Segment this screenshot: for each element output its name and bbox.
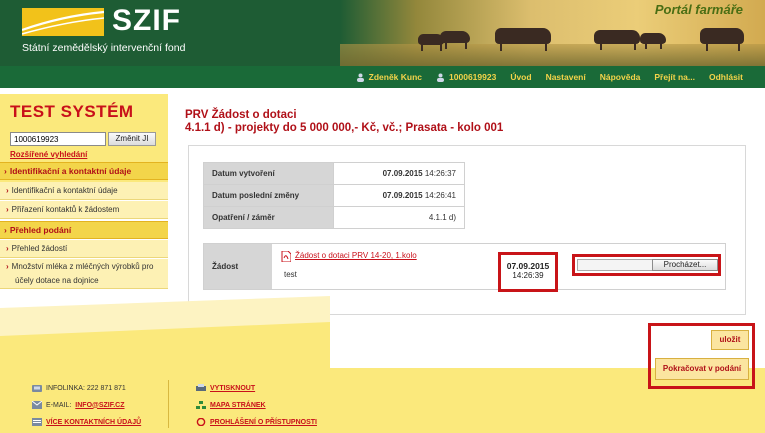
sidebar-item-applications[interactable]: › Přehled žádostí xyxy=(0,240,168,258)
nav-uvod[interactable]: Úvod xyxy=(510,72,531,82)
site-header: SZIF Státní zemědělský intervenční fond … xyxy=(0,0,765,66)
sidebar-section-identification[interactable]: › Identifikační a kontaktní údaje xyxy=(0,162,168,180)
user-id-link[interactable]: 1000619923 xyxy=(436,72,496,82)
created-value: 07.09.2015 14:26:37 xyxy=(333,162,465,185)
chevron-right-icon: › xyxy=(4,225,7,235)
footer-print: VYTISKNOUT xyxy=(196,384,255,392)
application-pdf-link[interactable]: Žádost o dotaci PRV 14-20, 1.kolo xyxy=(295,251,417,260)
application-note: test xyxy=(284,270,297,279)
nav-odhlasit[interactable]: Odhlásit xyxy=(709,72,743,82)
sidebar-section-overview[interactable]: › Přehled podání xyxy=(0,221,168,239)
accessibility-icon xyxy=(196,417,206,427)
logo-subtitle: Státní zemědělský intervenční fond xyxy=(22,42,186,54)
contacts-icon xyxy=(32,418,42,426)
portal-title: Portál farmáře xyxy=(654,2,743,17)
application-time: 14:26:39 xyxy=(512,271,544,280)
chevron-right-icon: › xyxy=(6,244,9,253)
user-name: Zdeněk Kunc xyxy=(368,72,423,82)
print-link[interactable]: VYTISKNOUT xyxy=(210,385,255,392)
decorative-yellow-wedge xyxy=(0,296,330,368)
chevron-right-icon: › xyxy=(4,166,7,176)
email-link[interactable]: INFO@SZIF.CZ xyxy=(75,402,124,409)
system-title: TEST SYSTÉM xyxy=(10,102,134,121)
sidebar-item-contacts[interactable]: › Přiřazení kontaktů k žádostem xyxy=(0,201,168,219)
email-label: E-MAIL: xyxy=(46,401,72,409)
nav-napoveda[interactable]: Nápověda xyxy=(600,72,641,82)
continue-submission-button[interactable]: Pokračovat v podání xyxy=(655,358,749,380)
top-navigation: Zdeněk Kunc 1000619923 Úvod Nastavení Ná… xyxy=(0,66,765,88)
modified-label: Datum poslední změny xyxy=(203,184,334,207)
extended-search-link[interactable]: Rozšířené vyhledání xyxy=(10,150,87,159)
sidebar-item-milk[interactable]: › Množství mléka z mléčných výrobků pro ú… xyxy=(0,259,168,289)
sidebar-item-label-cont: účely dotace na dojnice xyxy=(15,276,99,285)
table-row: Datum vytvoření 07.09.2015 14:26:37 xyxy=(203,162,465,185)
accessibility-link[interactable]: PROHLÁŠENÍ O PŘÍSTUPNOSTI xyxy=(210,419,317,426)
szif-logo-icon xyxy=(22,8,104,36)
sitemap-link[interactable]: MAPA STRÁNEK xyxy=(210,402,266,409)
sidebar-item-label: Identifikační a kontaktní údaje xyxy=(11,186,118,195)
pdf-icon xyxy=(281,250,292,263)
browse-button[interactable]: Procházet... xyxy=(652,259,718,271)
page-title-line2: 4.1.1 d) - projekty do 5 000 000,- Kč, v… xyxy=(185,122,504,134)
change-ji-button[interactable]: Změnit JI xyxy=(108,132,156,146)
measure-value: 4.1.1 d) xyxy=(333,206,465,229)
email-icon xyxy=(31,400,43,409)
ji-search-input[interactable] xyxy=(10,132,106,146)
user-id: 1000619923 xyxy=(449,72,497,82)
application-date-highlight: 07.09.2015 14:26:39 xyxy=(498,252,558,292)
logo-text[interactable]: SZIF xyxy=(112,4,181,38)
sitemap-icon xyxy=(196,401,206,409)
footer-accessibility: PROHLÁŠENÍ O PŘÍSTUPNOSTI xyxy=(196,417,317,427)
nav-prejit-na[interactable]: Přejít na... xyxy=(654,72,695,82)
phone-icon xyxy=(32,384,42,392)
save-button[interactable]: uložit xyxy=(711,330,749,350)
header-grass xyxy=(340,44,765,66)
file-path-input[interactable] xyxy=(577,259,653,271)
chevron-right-icon: › xyxy=(6,186,9,195)
modified-value: 07.09.2015 14:26:41 xyxy=(333,184,465,207)
info-table: Datum vytvoření 07.09.2015 14:26:37 Datu… xyxy=(203,162,465,229)
nav-nastaveni[interactable]: Nastavení xyxy=(546,72,586,82)
footer-sitemap: MAPA STRÁNEK xyxy=(196,401,266,409)
sidebar-item-identification[interactable]: › Identifikační a kontaktní údaje xyxy=(0,182,168,200)
sidebar-item-label: Přiřazení kontaktů k žádostem xyxy=(11,205,120,214)
page-title-line1: PRV Žádost o dotaci xyxy=(185,109,297,121)
measure-label: Opatření / záměr xyxy=(203,206,334,229)
sidebar-item-label: Přehled žádostí xyxy=(11,244,68,253)
infolinka-text: INFOLINKA: 222 871 871 xyxy=(46,384,126,392)
person-icon xyxy=(356,73,365,82)
page-title: PRV Žádost o dotaci 4.1.1 d) - projekty … xyxy=(185,109,503,134)
application-date: 07.09.2015 xyxy=(506,261,550,271)
footer-email: E-MAIL: INFO@SZIF.CZ xyxy=(31,400,125,409)
user-name-link[interactable]: Zdeněk Kunc xyxy=(356,72,422,82)
sidebar-section-label: Identifikační a kontaktní údaje xyxy=(9,166,132,176)
chevron-right-icon: › xyxy=(6,262,9,271)
person-icon xyxy=(436,73,445,82)
created-label: Datum vytvoření xyxy=(203,162,334,185)
sidebar-item-label: Množství mléka z mléčných výrobků pro xyxy=(11,262,154,271)
chevron-right-icon: › xyxy=(6,205,9,214)
footer-contacts: VÍCE KONTAKTNÍCH ÚDAJŮ xyxy=(32,418,141,426)
sidebar-section-label: Přehled podání xyxy=(9,225,72,235)
footer-divider xyxy=(168,380,169,428)
printer-icon xyxy=(196,384,206,392)
table-row: Datum poslední změny 07.09.2015 14:26:41 xyxy=(203,184,465,207)
table-row: Opatření / záměr 4.1.1 d) xyxy=(203,206,465,229)
contacts-link[interactable]: VÍCE KONTAKTNÍCH ÚDAJŮ xyxy=(46,419,141,426)
footer-infoline: INFOLINKA: 222 871 871 xyxy=(32,384,126,392)
application-label: Žádost xyxy=(204,244,272,289)
